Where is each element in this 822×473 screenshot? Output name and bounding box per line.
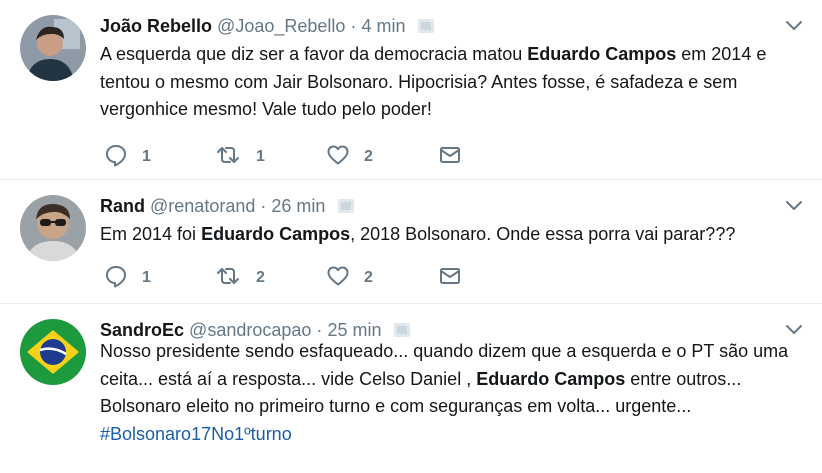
retweet-button[interactable]: 1 [214,144,265,170]
envelope-icon [438,264,462,293]
separator: · [316,320,323,340]
avatar[interactable] [20,15,86,81]
avatar[interactable] [20,319,86,385]
direct-message-button[interactable] [438,144,462,170]
user-handle[interactable]: @sandrocapao [189,320,311,340]
display-name[interactable]: Rand [100,196,145,216]
tweet[interactable]: João Rebello @Joao_Rebello · 4 min A esq… [0,0,822,180]
tweet-text: Em 2014 foi Eduardo Campos, 2018 Bolsona… [100,221,808,249]
tweet[interactable]: SandroEc @sandrocapao · 25 min Nosso pre… [0,304,822,473]
text-segment: Em 2014 foi [100,224,202,244]
text-segment: , 2018 Bolsonaro. Onde essa porra vai pa… [350,224,736,244]
retweet-count: 1 [256,148,265,165]
timestamp[interactable]: 26 min [271,196,325,216]
highlighted-name: Eduardo Campos [201,224,351,244]
reply-button[interactable]: 1 [104,144,151,170]
tweet[interactable]: Rand @renatorand · 26 min Em 2014 foi Ed… [0,180,822,304]
like-button[interactable]: 2 [326,265,373,291]
app-badge-icon [338,194,355,220]
reply-icon [104,143,128,172]
like-button[interactable]: 2 [326,144,373,170]
direct-message-button[interactable] [438,265,462,291]
retweet-count: 2 [256,269,265,286]
hashtag-link[interactable]: #Bolsonaro17No1ºturno [100,424,292,444]
chevron-down-icon[interactable] [784,18,804,32]
tweet-text: A esquerda que diz ser a favor da democr… [100,41,808,124]
heart-icon [326,143,350,172]
display-name[interactable]: SandroEc [100,320,184,340]
separator: · [350,16,357,36]
reply-count: 1 [142,269,151,286]
chevron-down-icon[interactable] [784,198,804,212]
user-handle[interactable]: @Joao_Rebello [217,16,345,36]
app-badge-icon [418,14,435,40]
chevron-down-icon[interactable] [784,322,804,336]
retweet-icon [214,264,242,293]
like-count: 2 [364,269,373,286]
reply-count: 1 [142,148,151,165]
timestamp[interactable]: 25 min [327,320,381,340]
user-handle[interactable]: @renatorand [150,196,255,216]
like-count: 2 [364,148,373,165]
retweet-button[interactable]: 2 [214,265,265,291]
display-name[interactable]: João Rebello [100,16,212,36]
text-segment: A esquerda que diz ser a favor da democr… [100,44,528,64]
avatar[interactable] [20,195,86,261]
retweet-icon [214,143,242,172]
reply-icon [104,264,128,293]
highlighted-name: Eduardo Campos [476,368,626,389]
reply-button[interactable]: 1 [104,265,151,291]
heart-icon [326,264,350,293]
timestamp[interactable]: 4 min [361,16,405,36]
highlighted-name: Eduardo Campos [527,44,677,64]
envelope-icon [438,143,462,172]
tweet-text: Nosso presidente sendo esfaqueado... qua… [100,338,808,448]
separator: · [260,196,267,216]
